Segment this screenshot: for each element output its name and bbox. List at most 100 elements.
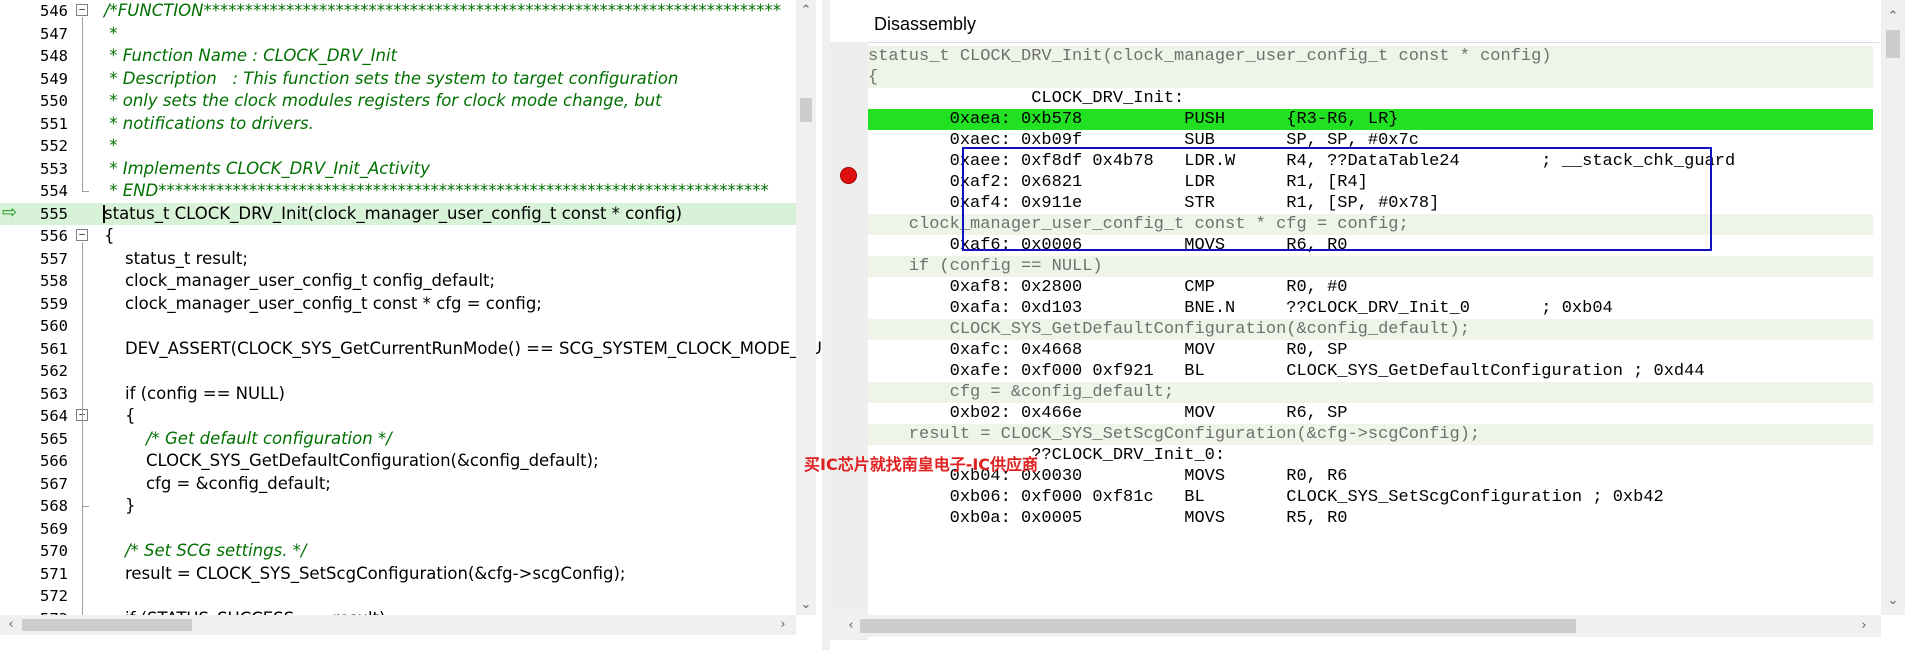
disasm-horizontal-scrollbar[interactable]: ‹ ›	[830, 615, 1881, 637]
editor-line[interactable]: 552 *	[0, 135, 810, 158]
editor-line[interactable]: 563 if (config == NULL)	[0, 383, 810, 406]
code-text: /* Get default configuration */	[104, 428, 392, 448]
disassembly-window[interactable]: Disassembly status_t CLOCK_DRV_Init(cloc…	[830, 0, 1905, 650]
scroll-right-icon[interactable]: ›	[1855, 617, 1873, 635]
scroll-left-icon[interactable]: ‹	[2, 616, 20, 634]
selection-box	[962, 147, 1712, 251]
code-text: *	[104, 136, 118, 155]
code-text: * Implements CLOCK_DRV_Init_Activity	[104, 158, 430, 178]
text-caret	[103, 204, 105, 223]
editor-line[interactable]: 550 * only sets the clock modules regist…	[0, 90, 810, 113]
source-line[interactable]: {	[868, 67, 1873, 88]
fold-end-marker	[82, 191, 89, 192]
source-line[interactable]: result = CLOCK_SYS_SetScgConfiguration(&…	[868, 424, 1873, 445]
breakpoint-icon[interactable]	[840, 167, 857, 184]
scroll-down-icon[interactable]: ⌄	[797, 596, 815, 614]
line-number: 558	[40, 272, 68, 290]
line-number: 551	[40, 114, 68, 133]
code-text: * END***********************************…	[104, 181, 769, 200]
editor-line[interactable]: 572	[0, 585, 810, 608]
editor-line[interactable]: 559 clock_manager_user_config_t const * …	[0, 293, 810, 316]
source-line[interactable]: status_t CLOCK_DRV_Init(clock_manager_us…	[868, 46, 1873, 67]
scroll-down-icon[interactable]: ⌄	[1884, 592, 1902, 610]
editor-line[interactable]: 551 * notifications to drivers.	[0, 113, 810, 136]
editor-line[interactable]: 547 *	[0, 23, 810, 46]
editor-hscroll-thumb[interactable]	[22, 619, 192, 631]
code-text: cfg = &config_default;	[104, 473, 331, 493]
fold-guide	[82, 17, 83, 191]
editor-line[interactable]: 565 /* Get default configuration */	[0, 428, 810, 451]
editor-line[interactable]: 555 status_t CLOCK_DRV_Init(clock_manager…	[0, 202, 810, 225]
editor-line[interactable]: 556 { −	[0, 225, 810, 248]
pane-splitter[interactable]	[822, 0, 830, 650]
code-text: * Description : This function sets the s…	[104, 68, 679, 88]
editor-horizontal-scrollbar[interactable]: ‹ ›	[0, 615, 796, 635]
instruction-row[interactable]: 0xb06: 0xf000 0xf81c BL CLOCK_SYS_SetScg…	[868, 487, 1873, 508]
editor-vertical-scrollbar[interactable]: ⌃ ⌄	[796, 0, 816, 615]
disasm-hscroll-thumb[interactable]	[860, 619, 1576, 633]
editor-line[interactable]: 571 result = CLOCK_SYS_SetScgConfigurati…	[0, 563, 810, 586]
code-text: /*FUNCTION******************************…	[104, 1, 782, 20]
green-arrow-icon: ⇨	[2, 202, 18, 223]
fold-guide	[82, 422, 83, 506]
editor-vscroll-thumb[interactable]	[800, 98, 812, 122]
scroll-up-icon[interactable]: ⌃	[1884, 8, 1902, 26]
instruction-row[interactable]: 0xafa: 0xd103 BNE.N ??CLOCK_DRV_Init_0 ;…	[868, 298, 1873, 319]
source-line[interactable]: CLOCK_SYS_GetDefaultConfiguration(&confi…	[868, 319, 1873, 340]
editor-line[interactable]: 560	[0, 315, 810, 338]
editor-line[interactable]: 549 * Description : This function sets t…	[0, 68, 810, 91]
fold-collapse-icon[interactable]: −	[76, 229, 88, 241]
code-text: }	[104, 496, 136, 515]
instruction-row[interactable]: 0xaf8: 0x2800 CMP R0, #0	[868, 277, 1873, 298]
watermark-text: 买IC芯片就找南皇电子-IC供应商	[804, 455, 1039, 474]
code-text: {	[104, 406, 136, 425]
scroll-left-icon[interactable]: ‹	[842, 617, 860, 635]
instruction-row[interactable]: 0xaea: 0xb578 PUSH {R3-R6, LR}	[868, 109, 1873, 130]
line-number: 559	[40, 294, 68, 313]
editor-line[interactable]: 564 {−	[0, 405, 810, 428]
editor-line[interactable]: 562	[0, 360, 810, 383]
line-number: 553	[40, 159, 68, 178]
editor-line[interactable]: 567 cfg = &config_default;	[0, 473, 810, 496]
editor-line[interactable]: 558 clock_manager_user_config_t config_d…	[0, 270, 810, 293]
code-text: * Function Name : CLOCK_DRV_Init	[104, 46, 397, 65]
editor-line[interactable]: 546 /*FUNCTION***************************…	[0, 0, 810, 23]
line-number: 563	[40, 384, 68, 403]
editor-line[interactable]: 553 * Implements CLOCK_DRV_Init_Activity	[0, 158, 810, 181]
code-text: CLOCK_SYS_GetDefaultConfiguration(&confi…	[104, 451, 599, 470]
line-number: 571	[40, 564, 68, 583]
scroll-up-icon[interactable]: ⌃	[797, 2, 815, 20]
instruction-row[interactable]: 0xafe: 0xf000 0xf921 BL CLOCK_SYS_GetDef…	[868, 361, 1873, 382]
scroll-right-icon[interactable]: ›	[774, 616, 792, 634]
line-number: 557	[40, 249, 68, 268]
instruction-row[interactable]: 0xb02: 0x466e MOV R6, SP	[868, 403, 1873, 424]
instruction-row[interactable]: 0xb0a: 0x0005 MOVS R5, R0	[868, 508, 1873, 529]
line-number: 556	[40, 227, 68, 245]
editor-line[interactable]: 548 * Function Name : CLOCK_DRV_Init	[0, 45, 810, 68]
editor-line[interactable]: 561 DEV_ASSERT(CLOCK_SYS_GetCurrentRunMo…	[0, 338, 822, 361]
asm-label[interactable]: CLOCK_DRV_Init:	[868, 88, 1873, 109]
line-number: 572	[40, 587, 68, 605]
editor-line[interactable]: 566 CLOCK_SYS_GetDefaultConfiguration(&c…	[0, 450, 810, 473]
fold-collapse-icon[interactable]: −	[76, 4, 88, 16]
disasm-vscroll-thumb[interactable]	[1886, 30, 1900, 58]
fold-end-marker	[82, 506, 89, 507]
source-editor[interactable]: 546 /*FUNCTION***************************…	[0, 0, 823, 640]
code-text: {	[104, 226, 115, 245]
editor-line[interactable]: 569	[0, 518, 810, 541]
editor-line[interactable]: 557 status_t result;	[0, 248, 810, 271]
line-number: 546	[40, 2, 68, 20]
editor-line[interactable]: 568 }	[0, 495, 810, 518]
instruction-row[interactable]: 0xafc: 0x4668 MOV R0, SP	[868, 340, 1873, 361]
source-line[interactable]: if (config == NULL)	[868, 256, 1873, 277]
code-text: result = CLOCK_SYS_SetScgConfiguration(&…	[104, 563, 626, 583]
code-text: * only sets the clock modules registers …	[104, 91, 662, 110]
code-text: clock_manager_user_config_t config_defau…	[104, 271, 496, 290]
disasm-vertical-scrollbar[interactable]: ⌃ ⌄	[1881, 0, 1905, 615]
breakpoint-gutter[interactable]	[830, 42, 868, 640]
line-number: 560	[40, 317, 68, 335]
code-text: if (config == NULL)	[104, 383, 285, 403]
source-line[interactable]: cfg = &config_default;	[868, 382, 1873, 403]
editor-line[interactable]: 570 /* Set SCG settings. */	[0, 540, 810, 563]
editor-line[interactable]: 554 * END*******************************…	[0, 180, 810, 203]
